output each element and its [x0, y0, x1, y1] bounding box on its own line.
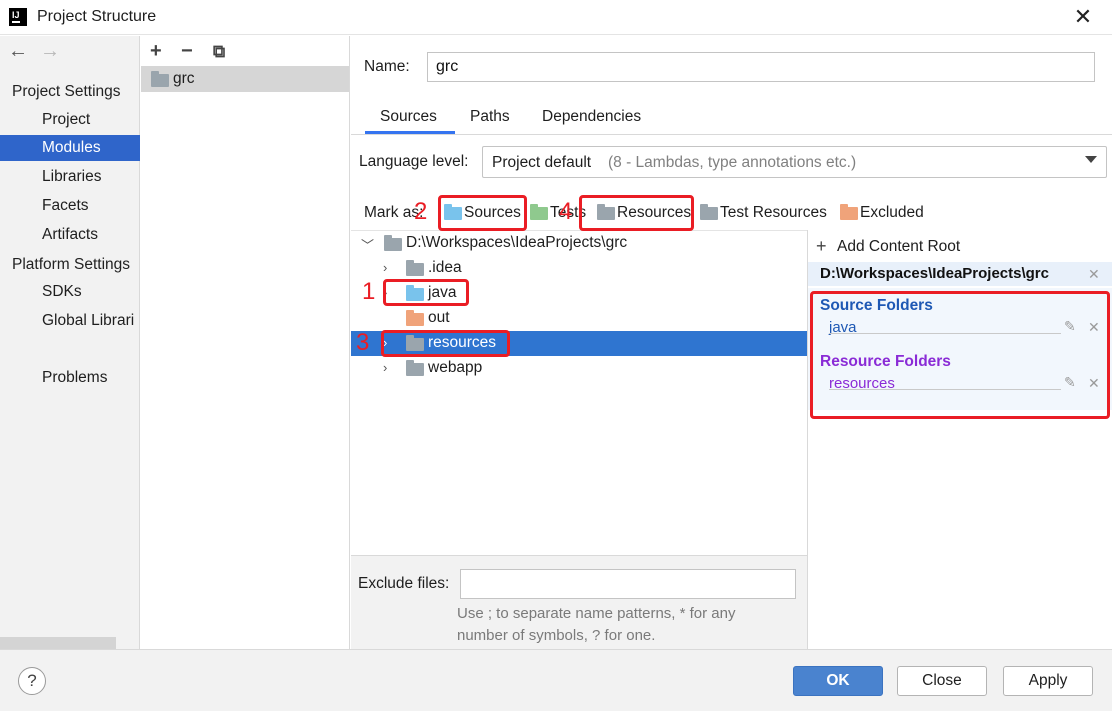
chevron-right-icon: ›	[383, 260, 388, 275]
exclude-hint-line-1: Use ; to separate name patterns, * for a…	[457, 605, 736, 622]
language-level-label: Language level:	[359, 153, 469, 170]
sidebar-item-facets[interactable]: Facets	[0, 193, 140, 219]
mark-as-test-resources-button[interactable]: Test Resources	[700, 201, 832, 225]
intellij-app-icon: IJ	[7, 6, 29, 28]
sidebar-item-modules[interactable]: Modules	[0, 135, 140, 161]
apply-button[interactable]: Apply	[1003, 666, 1093, 696]
mark-as-excluded-label: Excluded	[860, 204, 924, 221]
sidebar-horizontal-scrollbar[interactable]	[0, 637, 116, 649]
module-list-panel: + − ⧉ grc	[141, 36, 350, 649]
annotation-box-java	[383, 279, 469, 306]
tree-row-idea[interactable]: › .idea	[351, 256, 807, 281]
sidebar-item-global-libraries[interactable]: Global Librari	[0, 308, 140, 334]
exclude-hint-line-2: number of symbols, ? for one.	[457, 627, 656, 644]
copy-module-icon[interactable]: ⧉	[213, 42, 225, 62]
name-label: Name:	[364, 58, 410, 75]
add-icon[interactable]: +	[816, 236, 827, 257]
annotation-number-3: 3	[356, 329, 370, 356]
sidebar-item-sdks[interactable]: SDKs	[0, 279, 140, 305]
platform-settings-heading: Platform Settings	[12, 256, 131, 273]
language-level-value: Project default	[492, 154, 592, 171]
forward-arrow-icon[interactable]: →	[40, 40, 60, 63]
add-content-root-button[interactable]: Add Content Root	[837, 238, 960, 256]
mark-as-excluded-button[interactable]: Excluded	[840, 201, 930, 225]
content-root-path: D:\Workspaces\IdeaProjects\grc	[820, 265, 1049, 282]
tree-label: out	[428, 309, 450, 326]
tab-dependencies[interactable]: Dependencies	[542, 108, 641, 134]
tree-root-row[interactable]: ﹀ D:\Workspaces\IdeaProjects\grc	[351, 231, 807, 256]
annotation-number-4: 4	[559, 198, 573, 225]
sidebar-item-project[interactable]: Project	[0, 107, 140, 133]
close-button[interactable]: Close	[897, 666, 987, 696]
tree-row-webapp[interactable]: › webapp	[351, 356, 807, 381]
folder-icon	[406, 260, 424, 276]
close-window-icon[interactable]: ✕	[1072, 4, 1094, 30]
annotation-number-1: 1	[362, 278, 376, 305]
back-arrow-icon[interactable]: ←	[8, 40, 28, 63]
remove-module-icon[interactable]: −	[181, 40, 193, 63]
annotation-box-folders	[810, 291, 1110, 419]
window-title: Project Structure	[37, 8, 157, 25]
tree-root-label: D:\Workspaces\IdeaProjects\grc	[406, 234, 628, 251]
tree-label: .idea	[428, 259, 462, 276]
tree-label: webapp	[428, 359, 483, 376]
exclude-files-label: Exclude files:	[358, 575, 450, 592]
exclude-files-input[interactable]	[460, 569, 796, 599]
project-settings-heading: Project Settings	[12, 83, 121, 100]
module-list-item[interactable]: grc	[141, 66, 349, 92]
language-level-dropdown[interactable]: Project default (8 - Lambdas, type annot…	[482, 146, 1107, 178]
chevron-right-icon: ›	[383, 360, 388, 375]
title-bar	[0, 0, 1112, 35]
language-level-hint: (8 - Lambdas, type annotations etc.)	[608, 154, 857, 171]
sidebar-item-libraries[interactable]: Libraries	[0, 164, 140, 190]
excluded-folder-icon	[840, 204, 858, 220]
remove-content-root-icon[interactable]: ✕	[1088, 266, 1100, 283]
ok-button[interactable]: OK	[793, 666, 883, 696]
help-button[interactable]: ?	[18, 667, 46, 695]
folder-icon	[406, 360, 424, 376]
tab-bar-divider	[351, 134, 1112, 135]
sidebar-item-artifacts[interactable]: Artifacts	[0, 222, 140, 248]
chevron-down-icon	[1085, 156, 1097, 163]
annotation-number-2: 2	[414, 198, 428, 225]
add-module-icon[interactable]: +	[150, 40, 162, 63]
test-resources-folder-icon	[700, 204, 718, 220]
tree-row-out[interactable]: out	[351, 306, 807, 331]
chevron-down-icon: ﹀	[361, 238, 375, 253]
annotation-box-mark-resources	[579, 195, 694, 231]
tab-paths[interactable]: Paths	[470, 108, 510, 134]
module-name-input[interactable]	[427, 52, 1095, 82]
tests-folder-icon	[530, 204, 548, 220]
module-folder-icon	[151, 71, 169, 87]
annotation-box-resources	[381, 330, 510, 357]
excluded-folder-icon	[406, 310, 424, 326]
sidebar-item-problems[interactable]: Problems	[0, 365, 140, 391]
annotation-box-sources	[438, 195, 527, 231]
module-name: grc	[173, 70, 195, 87]
folder-icon	[384, 235, 402, 251]
mark-as-test-resources-label: Test Resources	[720, 204, 827, 221]
